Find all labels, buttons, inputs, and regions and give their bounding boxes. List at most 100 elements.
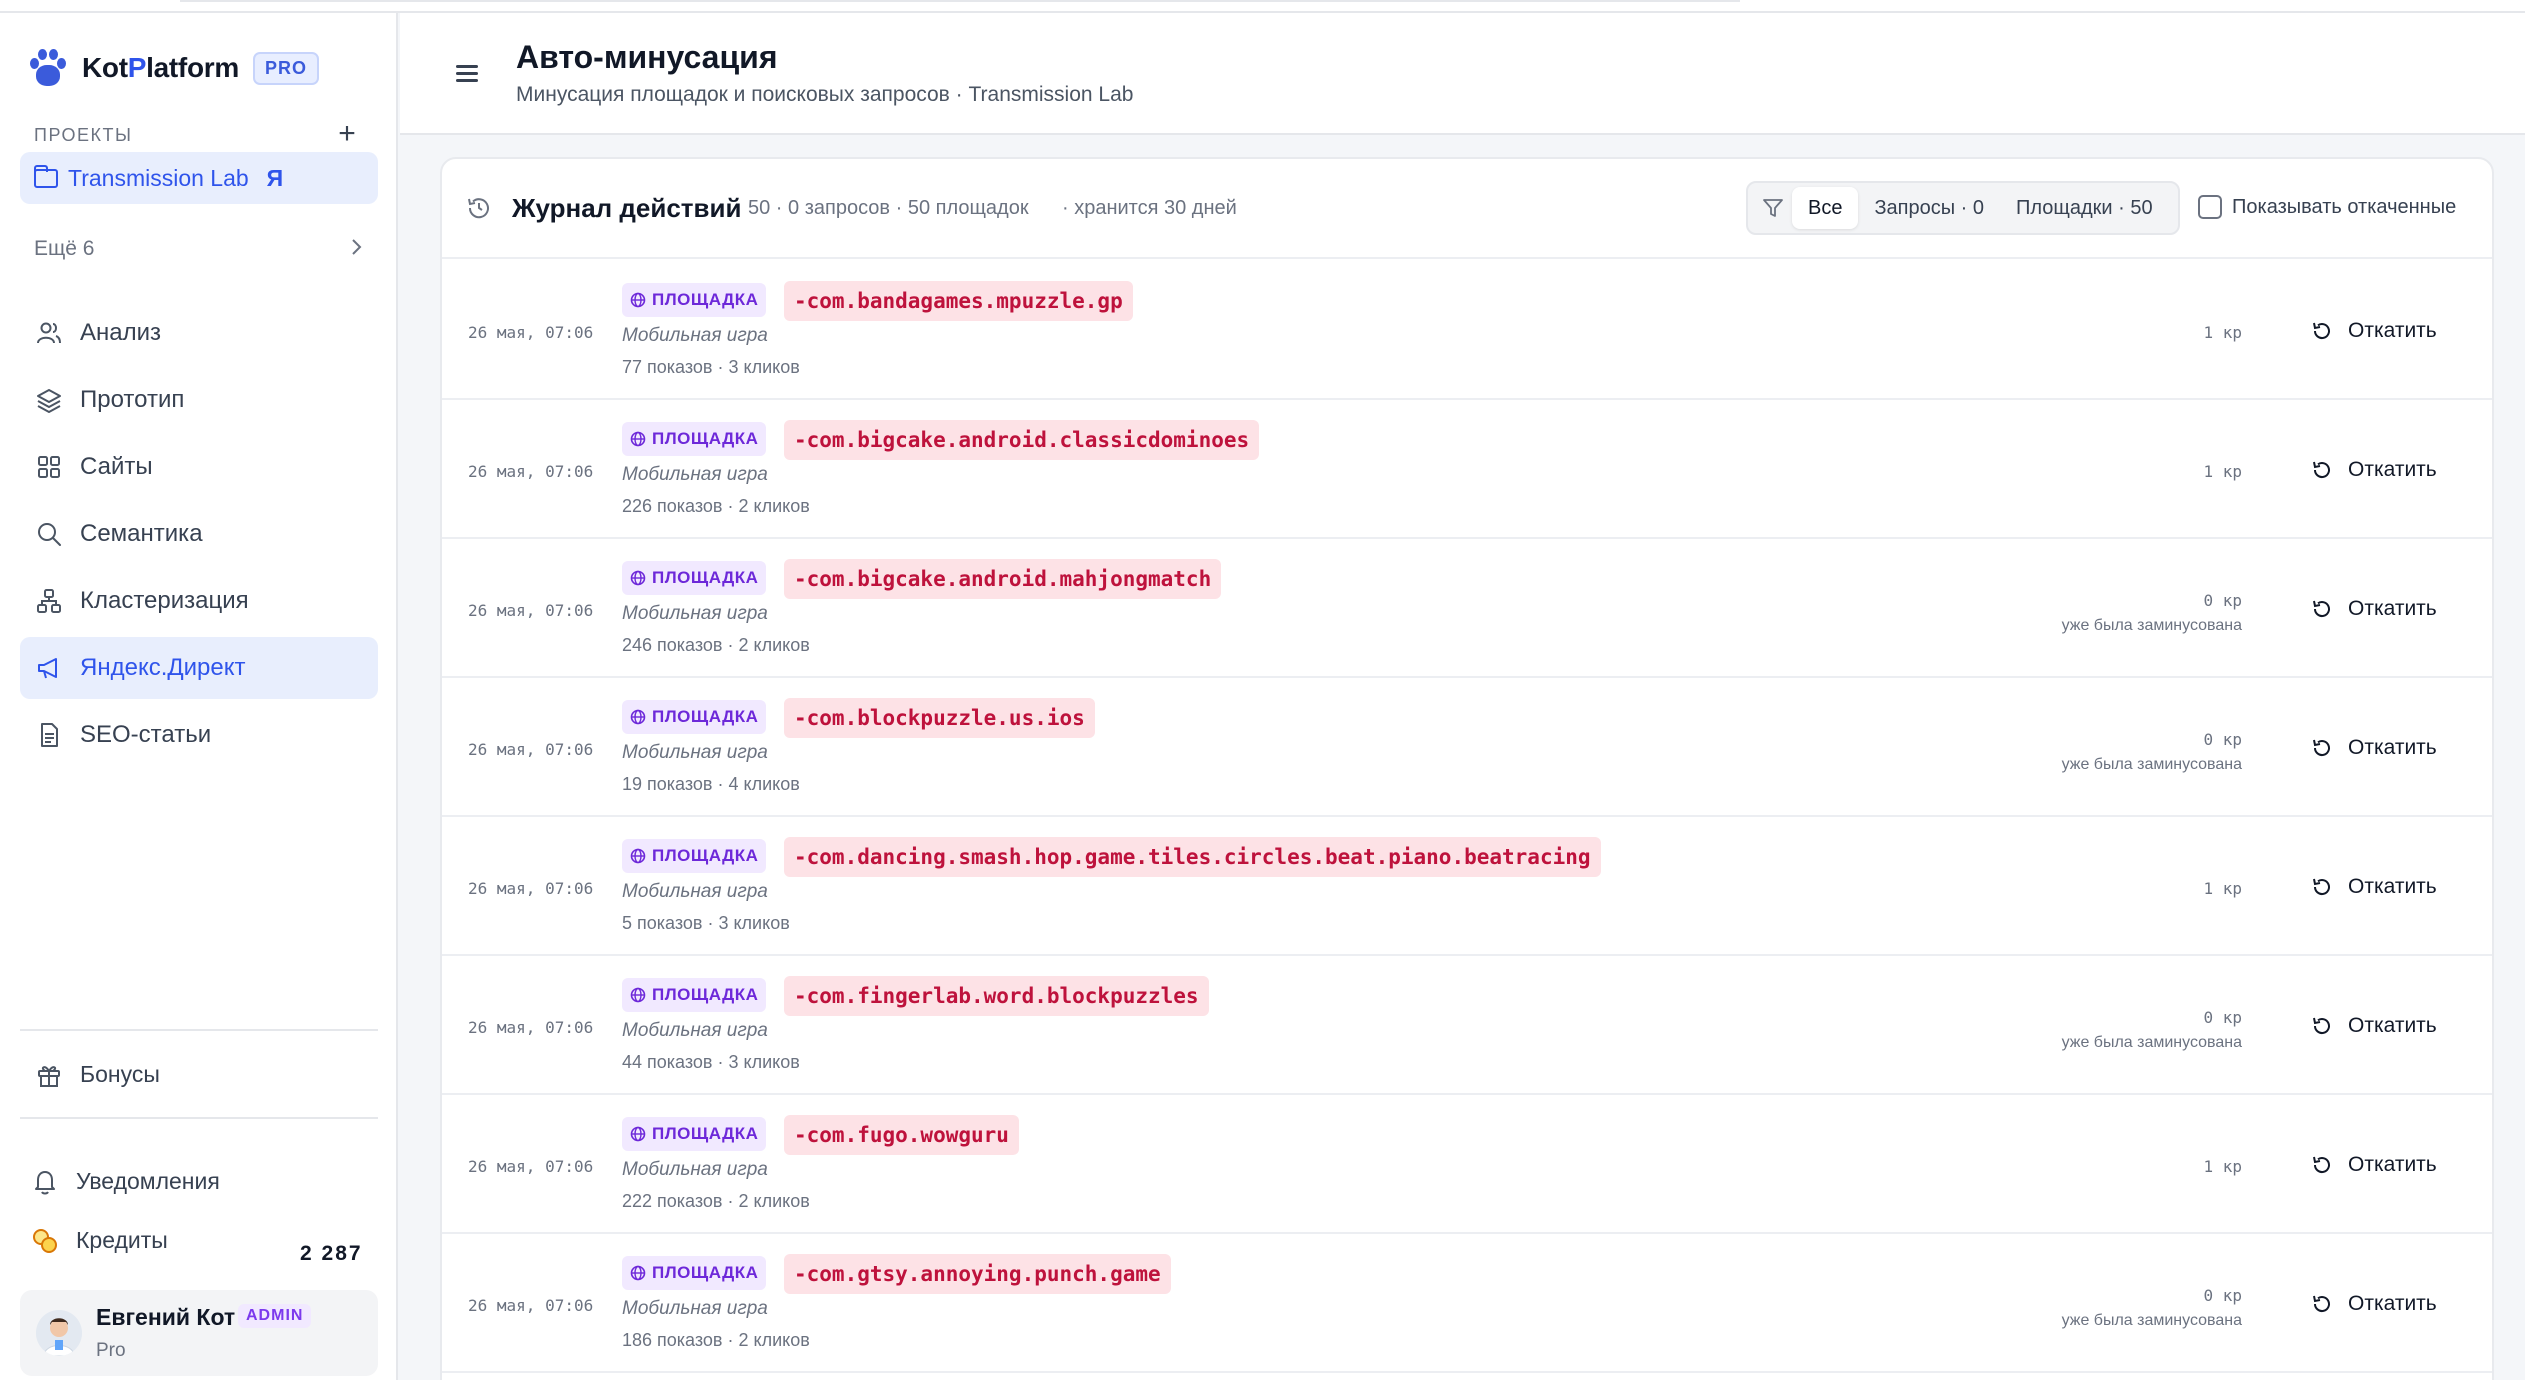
- row-stats: 186 показов · 2 кликов: [622, 1330, 810, 1350]
- negative-term: -com.blockpuzzle.us.ios: [784, 698, 1095, 738]
- sidebar-divider: [20, 1029, 378, 1031]
- nav-item-semantics[interactable]: Семантика: [20, 503, 378, 565]
- journal-row: 26 мая, 07:06 ПЛОЩАДКА -com.bigcake.androi…: [442, 400, 2492, 539]
- filter-icon: [1763, 199, 1783, 217]
- globe-icon: [630, 1265, 646, 1281]
- revert-label: Откатить: [2348, 736, 2437, 759]
- row-date: 26 мая, 07:06: [468, 1018, 594, 1037]
- journal-header: Журнал действий 50 · 0 запросов · 50 пло…: [442, 159, 2492, 259]
- journal-row: 26 мая, 07:06 ПЛОЩАДКА -com.dancing.smash.…: [442, 817, 2492, 956]
- row-cost: 0 кр: [2203, 1008, 2242, 1027]
- row-cost: 1 кр: [2203, 323, 2242, 342]
- revert-label: Откатить: [2348, 458, 2437, 481]
- badge-label: ПЛОЩАДКА: [652, 707, 759, 726]
- search-icon: [36, 521, 62, 547]
- top-strip: [0, 0, 2525, 13]
- revert-label: Откатить: [2348, 1292, 2437, 1315]
- more-projects-label: Ещё 6: [34, 237, 95, 260]
- nav-label: Прототип: [80, 386, 185, 413]
- nav-item-yandex-direct[interactable]: Яндекс.Директ: [20, 637, 378, 699]
- credits-link[interactable]: Кредиты: [32, 1227, 168, 1254]
- nav-item-analysis[interactable]: Анализ: [20, 302, 378, 364]
- undo-icon: [2313, 600, 2330, 618]
- undo-icon: [2313, 739, 2330, 757]
- globe-icon: [630, 848, 646, 864]
- folder-icon: [34, 164, 58, 188]
- revert-button[interactable]: Откатить: [2310, 589, 2437, 629]
- document-icon: [36, 722, 62, 748]
- revert-button[interactable]: Откатить: [2310, 450, 2437, 490]
- row-type: Мобильная игра: [622, 742, 768, 763]
- negative-term: -com.dancing.smash.hop.game.tiles.circle…: [784, 837, 1601, 877]
- globe-icon: [630, 292, 646, 308]
- revert-label: Откатить: [2348, 319, 2437, 342]
- user-plan: Pro: [96, 1340, 126, 1361]
- placement-badge: ПЛОЩАДКА: [622, 283, 767, 317]
- revert-button[interactable]: Откатить: [2310, 1284, 2437, 1324]
- revert-button[interactable]: Откатить: [2310, 728, 2437, 768]
- row-date: 26 мая, 07:06: [468, 1157, 594, 1176]
- sidebar-divider: [20, 1117, 378, 1119]
- placement-badge: ПЛОЩАДКА: [622, 839, 767, 873]
- globe-icon: [630, 570, 646, 586]
- journal-row: 26 мая, 07:06 ПЛОЩАДКА -com.bandagames.mpu…: [442, 261, 2492, 400]
- show-reverted-label: Показывать откаченные: [2232, 195, 2457, 218]
- journal-retention: · хранится 30 дней: [1062, 197, 1237, 219]
- nav-item-prototype[interactable]: Прототип: [20, 369, 378, 431]
- avatar: [36, 1310, 82, 1356]
- badge-label: ПЛОЩАДКА: [652, 290, 759, 309]
- row-date: 26 мая, 07:06: [468, 601, 594, 620]
- row-type: Мобильная игра: [622, 1159, 768, 1180]
- project-marker: Я: [266, 164, 284, 191]
- nav-label: Анализ: [80, 319, 162, 346]
- globe-icon: [630, 431, 646, 447]
- filter-queries[interactable]: Запросы · 0: [1858, 187, 2000, 229]
- menu-toggle-icon[interactable]: [456, 65, 478, 83]
- undo-icon: [2313, 1017, 2330, 1035]
- revert-button[interactable]: Откатить: [2310, 867, 2437, 907]
- row-stats: 222 показов · 2 кликов: [622, 1191, 810, 1211]
- negative-term: -com.fingerlab.word.blockpuzzles: [784, 976, 1209, 1016]
- bonuses-link[interactable]: Бонусы: [36, 1061, 160, 1088]
- row-type: Мобильная игра: [622, 464, 768, 485]
- negative-term: -com.bigcake.android.mahjongmatch: [784, 559, 1222, 599]
- negative-term: -com.gtsy.annoying.punch.game: [784, 1254, 1171, 1294]
- paw-logo-icon: [28, 48, 68, 88]
- revert-label: Откатить: [2348, 875, 2437, 898]
- undo-icon: [2313, 1156, 2330, 1174]
- nav-item-clustering[interactable]: Кластеризация: [20, 570, 378, 632]
- bell-icon: [32, 1169, 58, 1195]
- filter-segmented-control: Все Запросы · 0 Площадки · 50: [1746, 181, 2180, 235]
- nav-item-sites[interactable]: Сайты: [20, 436, 378, 498]
- nav-label: Яндекс.Директ: [80, 654, 246, 681]
- notifications-link[interactable]: Уведомления: [32, 1168, 220, 1195]
- filter-all[interactable]: Все: [1792, 187, 1859, 229]
- more-projects-link[interactable]: Ещё 6: [34, 237, 364, 261]
- revert-label: Откатить: [2348, 1014, 2437, 1037]
- journal-row: 26 мая, 07:06 ПЛОЩАДКА -com.gtsy.annoying.…: [442, 1234, 2492, 1373]
- revert-button[interactable]: Откатить: [2310, 1006, 2437, 1046]
- nav-item-seo-articles[interactable]: SEO-статьи: [20, 704, 378, 766]
- plan-badge: PRO: [252, 51, 319, 85]
- placement-badge: ПЛОЩАДКА: [622, 1117, 767, 1151]
- row-cost: 1 кр: [2203, 462, 2242, 481]
- revert-label: Откатить: [2348, 1153, 2437, 1176]
- role-badge: ADMIN: [238, 1304, 312, 1328]
- show-reverted-toggle[interactable]: Показывать откаченные: [2198, 195, 2456, 219]
- gift-icon: [36, 1062, 62, 1088]
- journal-row: 26 мая, 07:06 ПЛОЩАДКА -com.fingerlab.word…: [442, 956, 2492, 1095]
- bonuses-label: Бонусы: [80, 1061, 160, 1087]
- page-subtitle: Минусация площадок и поисковых запросов …: [516, 83, 1134, 106]
- brand-name: KotPlatform: [82, 52, 239, 83]
- show-reverted-checkbox[interactable]: [2198, 195, 2222, 219]
- logo[interactable]: KotPlatform PRO: [28, 39, 319, 97]
- add-project-button[interactable]: +: [332, 119, 362, 149]
- row-date: 26 мая, 07:06: [468, 879, 594, 898]
- filter-placements[interactable]: Площадки · 50: [2000, 187, 2169, 229]
- row-stats: 77 показов · 3 кликов: [622, 357, 800, 377]
- project-item-active[interactable]: Transmission Lab Я: [20, 152, 378, 204]
- revert-button[interactable]: Откатить: [2310, 1145, 2437, 1185]
- revert-button[interactable]: Откатить: [2310, 311, 2437, 351]
- row-cost: 1 кр: [2203, 879, 2242, 898]
- user-card[interactable]: Евгений Кот ADMIN Pro: [20, 1290, 378, 1376]
